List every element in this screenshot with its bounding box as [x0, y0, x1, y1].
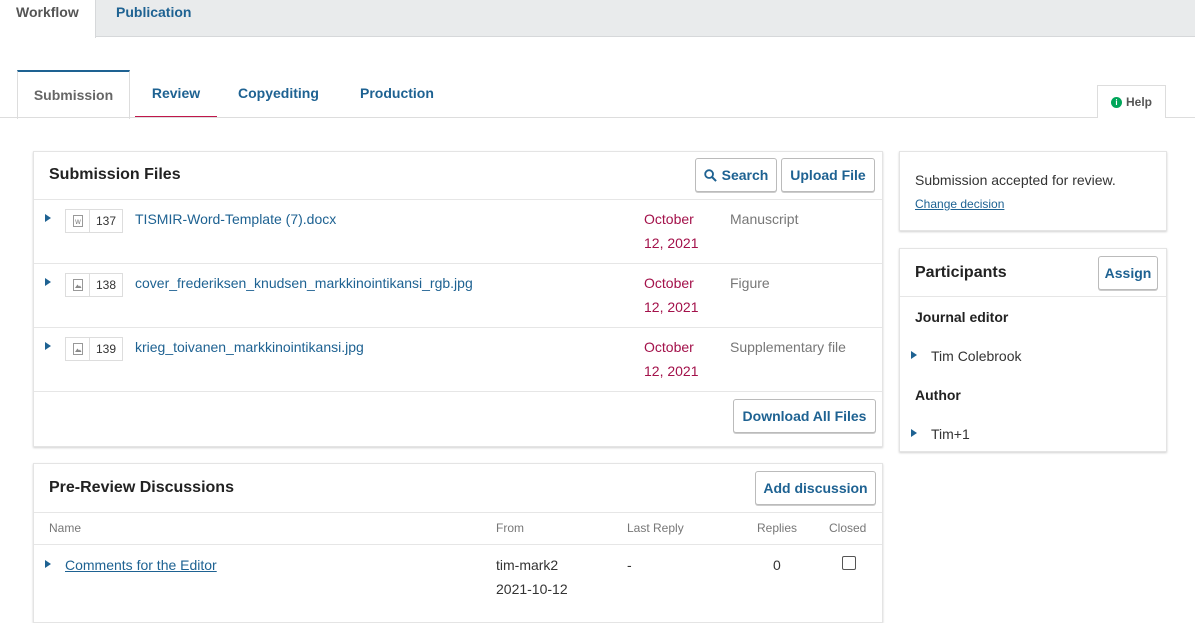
row-divider: [34, 327, 882, 328]
row-divider: [34, 544, 882, 545]
file-id-badge: 139: [65, 337, 124, 361]
search-button[interactable]: Search: [695, 158, 777, 192]
row-divider: [900, 296, 1166, 297]
file-type: Manuscript: [730, 211, 799, 227]
participants-title: Participants: [915, 264, 1007, 281]
document-icon: W: [66, 210, 90, 232]
participant-name[interactable]: Tim+1: [931, 426, 970, 442]
column-header-from: From: [496, 521, 524, 535]
file-date: October 12, 2021: [644, 211, 699, 251]
discussion-link[interactable]: Comments for the Editor: [65, 553, 217, 577]
assign-button[interactable]: Assign: [1098, 256, 1158, 290]
help-label: Help: [1125, 95, 1152, 109]
file-name-link[interactable]: TISMIR-Word-Template (7).docx: [135, 211, 336, 227]
submission-files-panel: Submission Files Search Upload File W 137…: [33, 151, 883, 447]
column-header-last-reply: Last Reply: [627, 521, 684, 535]
decision-status: Submission accepted for review.: [915, 172, 1116, 188]
tab-publication[interactable]: Publication: [100, 0, 207, 37]
info-icon: i: [1110, 97, 1122, 108]
role-journal-editor: Journal editor: [915, 309, 1009, 325]
top-tab-bar: Workflow Publication: [0, 0, 1195, 38]
tab-divider: [0, 117, 1195, 118]
column-header-replies: Replies: [757, 521, 798, 535]
svg-text:W: W: [75, 219, 81, 226]
file-type: Supplementary file: [730, 339, 846, 355]
expand-caret-icon[interactable]: [45, 278, 51, 286]
row-divider: [34, 512, 882, 513]
file-date: October 12, 2021: [644, 339, 699, 379]
participant-name[interactable]: Tim Colebrook: [931, 348, 1022, 364]
file-id-badge: W 137: [65, 209, 124, 233]
tab-workflow[interactable]: Workflow: [0, 0, 96, 38]
tab-copyediting[interactable]: Copyediting: [238, 70, 319, 118]
row-divider: [34, 199, 882, 200]
submission-files-title: Submission Files: [49, 166, 181, 183]
change-decision-link[interactable]: Change decision: [915, 197, 1004, 211]
column-header-closed: Closed: [829, 521, 867, 535]
discussion-from: tim-mark2 2021-10-12: [496, 557, 568, 597]
file-id-badge: 138: [65, 273, 124, 297]
role-author: Author: [915, 387, 961, 403]
row-divider: [34, 391, 882, 392]
add-discussion-button[interactable]: Add discussion: [755, 471, 876, 505]
expand-caret-icon[interactable]: [45, 342, 51, 350]
tab-review[interactable]: Review: [135, 70, 217, 118]
expand-caret-icon[interactable]: [45, 214, 51, 222]
decision-panel: Submission accepted for review. Change d…: [899, 151, 1167, 231]
image-file-icon: [66, 274, 90, 296]
search-label: Search: [721, 167, 769, 183]
discussion-last-reply: -: [627, 557, 632, 573]
file-type: Figure: [730, 275, 770, 291]
expand-caret-icon[interactable]: [911, 351, 917, 359]
tab-submission[interactable]: Submission: [17, 70, 130, 119]
closed-checkbox[interactable]: [842, 556, 856, 570]
download-all-files-button[interactable]: Download All Files: [733, 399, 876, 433]
upload-file-button[interactable]: Upload File: [781, 158, 875, 192]
row-divider: [34, 263, 882, 264]
discussions-title: Pre-Review Discussions: [49, 479, 234, 496]
file-name-link[interactable]: krieg_toivanen_markkinointikansi.jpg: [135, 339, 364, 355]
column-header-name: Name: [49, 521, 82, 535]
file-name-link[interactable]: cover_frederiksen_knudsen_markkinointika…: [135, 275, 473, 291]
help-button[interactable]: i Help: [1097, 85, 1166, 118]
discussion-replies: 0: [773, 557, 781, 573]
discussions-panel: Pre-Review Discussions Add discussion Na…: [33, 463, 883, 623]
file-date: October 12, 2021: [644, 275, 699, 315]
search-icon: [703, 169, 717, 182]
image-file-icon: [66, 338, 90, 360]
expand-caret-icon[interactable]: [45, 560, 51, 568]
tab-production[interactable]: Production: [360, 70, 434, 118]
expand-caret-icon[interactable]: [911, 429, 917, 437]
participants-panel: Participants Assign Journal editor Tim C…: [899, 248, 1167, 452]
